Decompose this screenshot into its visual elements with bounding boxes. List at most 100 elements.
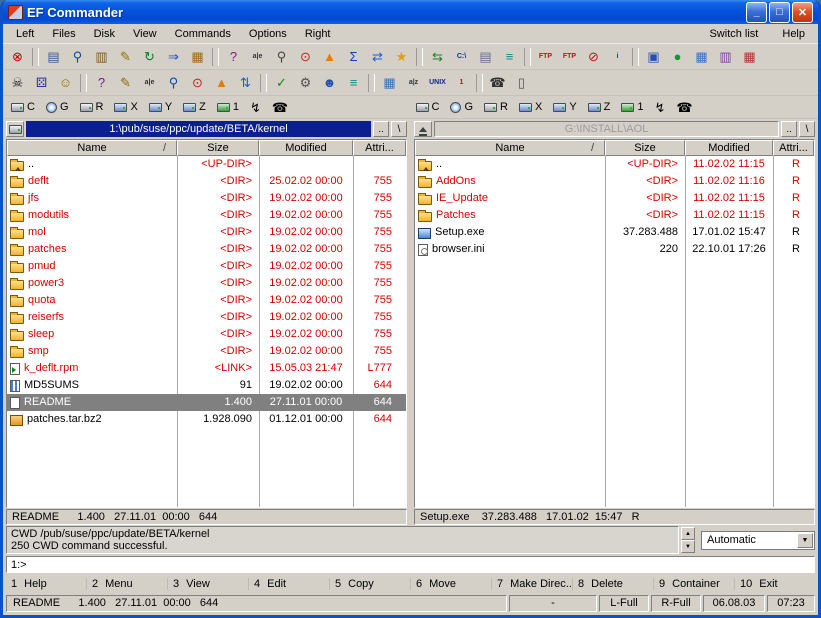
file-row[interactable]: browser.ini22022.10.01 17:26R (415, 241, 814, 258)
zoom-icon[interactable]: ⚲ (270, 46, 293, 68)
file-row[interactable]: README1.40027.11.01 00:00644 (7, 394, 406, 411)
stop-icon[interactable]: ⊗ (6, 46, 29, 68)
monitor-icon[interactable]: ▣ (642, 46, 665, 68)
dice-icon[interactable]: ⚄ (30, 72, 53, 94)
drive-c-button[interactable]: C (6, 98, 40, 117)
menu-item-right[interactable]: Right (296, 26, 340, 42)
sync-icon[interactable]: ⇅ (234, 72, 257, 94)
function-key-9[interactable]: 9Container (653, 578, 734, 590)
network-icon[interactable]: ▦ (690, 46, 713, 68)
drive-r-button[interactable]: R (75, 98, 109, 117)
edit-icon[interactable]: ✎ (114, 46, 137, 68)
file-row[interactable]: quota<DIR>19.02.02 00:00755 (7, 292, 406, 309)
file-row[interactable]: AddOns<DIR>11.02.02 11:16R (415, 173, 814, 190)
file-row[interactable]: sleep<DIR>19.02.02 00:00755 (7, 326, 406, 343)
mode-combobox[interactable]: Automatic ▼ (701, 531, 815, 550)
cable-icon[interactable]: ↯ (650, 98, 671, 117)
cable-icon[interactable]: ↯ (245, 98, 266, 117)
zoom-icon[interactable]: ⚲ (162, 72, 185, 94)
drive-g-button[interactable]: G (445, 98, 478, 117)
copy-icon[interactable]: ⇒ (162, 46, 185, 68)
function-key-3[interactable]: 3View (167, 578, 248, 590)
pack-icon[interactable]: ▦ (186, 46, 209, 68)
function-key-4[interactable]: 4Edit (248, 578, 329, 590)
command-line-input[interactable]: 1:> (6, 556, 815, 573)
target-icon[interactable]: ⊙ (294, 46, 317, 68)
file-row[interactable]: k_deflt.rpm<LINK>15.05.03 21:47L777 (7, 360, 406, 377)
ftp-disconnect-icon[interactable]: ⊘ (582, 46, 605, 68)
cone-icon[interactable]: ▲ (318, 46, 341, 68)
phone-icon[interactable]: ☎ (671, 98, 697, 117)
phone-icon[interactable]: ☎ (267, 98, 293, 117)
robot-icon[interactable]: ☺ (54, 72, 77, 94)
file-row[interactable]: deflt<DIR>25.02.02 00:00755 (7, 173, 406, 190)
drives-icon[interactable]: ▥ (714, 46, 737, 68)
session-1-icon[interactable]: 1 (450, 72, 473, 94)
sum-icon[interactable]: Σ (342, 46, 365, 68)
column-header-size[interactable]: Size (177, 140, 259, 156)
cone-icon[interactable]: ▲ (210, 72, 233, 94)
left-path-bar[interactable]: 1:\pub/suse/ppc/update/BETA/kernel (26, 121, 371, 137)
file-row[interactable]: reiserfs<DIR>19.02.02 00:00755 (7, 309, 406, 326)
column-header-modified[interactable]: Modified (259, 140, 353, 156)
menu-item-left[interactable]: Left (7, 26, 43, 42)
help-icon[interactable]: ? (90, 72, 113, 94)
ftp-new-icon[interactable]: FTP (558, 46, 581, 68)
favorites-icon[interactable]: ★ (390, 46, 413, 68)
right-root-button[interactable]: \ (799, 121, 815, 137)
rename-icon[interactable]: a|e (138, 72, 161, 94)
right-eject-button[interactable] (414, 121, 432, 137)
unix-icon[interactable]: UNIX (426, 72, 449, 94)
menu-item-commands[interactable]: Commands (166, 26, 240, 42)
column-header-attri[interactable]: Attri... (773, 140, 814, 156)
menu-item-files[interactable]: Files (43, 26, 84, 42)
list-icon[interactable]: ≡ (498, 46, 521, 68)
drive-g-button[interactable]: G (41, 98, 74, 117)
file-row[interactable]: pmud<DIR>19.02.02 00:00755 (7, 258, 406, 275)
minimize-button[interactable]: _ (746, 2, 767, 23)
ftp-log[interactable]: CWD /pub/suse/ppc/update/BETA/kernel 250… (6, 526, 679, 554)
drive-y-button[interactable]: Y (548, 98, 581, 117)
function-key-6[interactable]: 6Move (410, 578, 491, 590)
function-key-2[interactable]: 2Menu (86, 578, 167, 590)
drive-r-button[interactable]: R (479, 98, 513, 117)
chevron-down-icon[interactable]: ▼ (797, 533, 813, 548)
file-row[interactable]: patches<DIR>19.02.02 00:00755 (7, 241, 406, 258)
globe-icon[interactable]: ● (666, 46, 689, 68)
file-row[interactable]: mol<DIR>19.02.02 00:00755 (7, 224, 406, 241)
title-bar[interactable]: EF Commander _ □ ✕ (3, 0, 818, 24)
dos-prompt-icon[interactable]: C:\ (450, 46, 473, 68)
about-icon[interactable]: i (606, 46, 629, 68)
column-header-name[interactable]: Name/ (415, 140, 605, 156)
ftp-connect-icon[interactable]: FTP (534, 46, 557, 68)
sync-icon[interactable]: ⇄ (366, 46, 389, 68)
menu-item-help[interactable]: Help (773, 26, 814, 42)
rename-icon[interactable]: a|e (246, 46, 269, 68)
menu-item-view[interactable]: View (124, 26, 166, 42)
menu-item-switch-list[interactable]: Switch list (700, 26, 767, 42)
function-key-10[interactable]: 10Exit (734, 578, 815, 590)
print-icon[interactable]: ▤ (42, 46, 65, 68)
compare-icon[interactable]: ⇆ (426, 46, 449, 68)
user-icon[interactable]: ☻ (318, 72, 341, 94)
file-row[interactable]: IE_Update<DIR>11.02.02 11:15R (415, 190, 814, 207)
file-row[interactable]: ..<UP-DIR> (7, 156, 406, 173)
close-button[interactable]: ✕ (792, 2, 813, 23)
file-row[interactable]: Setup.exe37.283.48817.01.02 15:47R (415, 224, 814, 241)
file-row[interactable]: smp<DIR>19.02.02 00:00755 (7, 343, 406, 360)
quick-view-icon[interactable]: ▥ (90, 46, 113, 68)
menu-item-options[interactable]: Options (240, 26, 296, 42)
drive-c-button[interactable]: C (411, 98, 445, 117)
drive-y-button[interactable]: Y (144, 98, 177, 117)
help-icon[interactable]: ? (222, 46, 245, 68)
delete-skull-icon[interactable]: ☠ (6, 72, 29, 94)
file-row[interactable]: modutils<DIR>19.02.02 00:00755 (7, 207, 406, 224)
drive-1-button[interactable]: 1 (616, 98, 648, 117)
drive-x-button[interactable]: X (514, 98, 547, 117)
drive-z-button[interactable]: Z (583, 98, 616, 117)
notes-icon[interactable]: ▤ (474, 46, 497, 68)
file-row[interactable]: patches.tar.bz21.928.09001.12.01 00:0064… (7, 411, 406, 428)
gears-icon[interactable]: ⚙ (294, 72, 317, 94)
scroll-up-button[interactable]: ▲ (681, 527, 695, 540)
maximize-button[interactable]: □ (769, 2, 790, 23)
